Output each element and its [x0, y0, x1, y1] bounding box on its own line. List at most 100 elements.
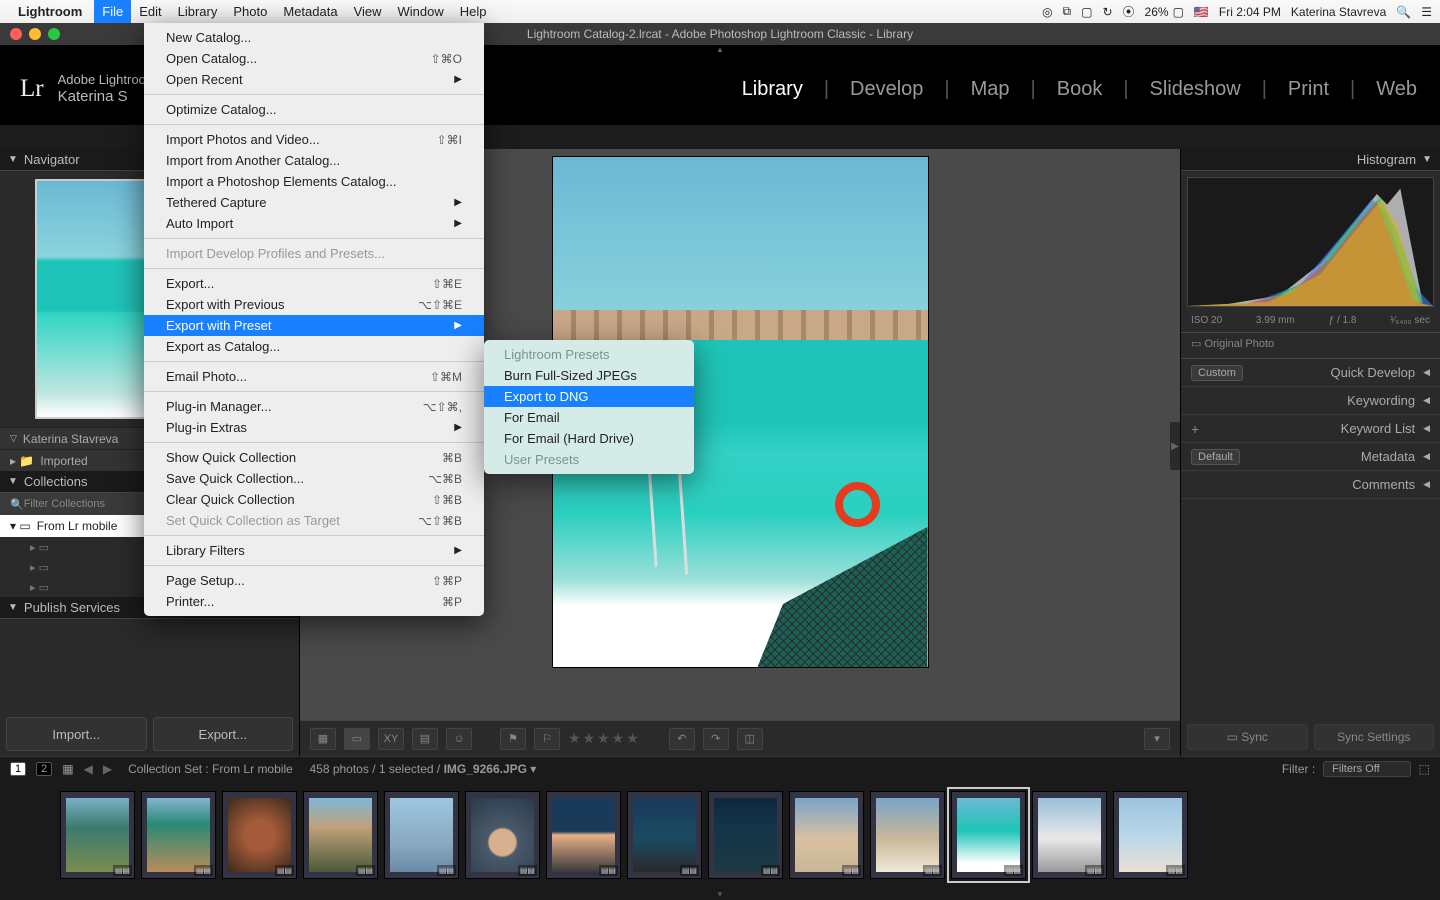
- rotate-cw-icon[interactable]: ↷: [703, 728, 729, 750]
- metadata-header[interactable]: Default Metadata◀: [1181, 443, 1440, 471]
- filter-select[interactable]: Filters Off: [1323, 761, 1410, 777]
- strip-thumb[interactable]: ▤▤: [870, 791, 945, 879]
- comments-header[interactable]: Comments◀: [1181, 471, 1440, 499]
- compare-view-icon[interactable]: XY: [378, 728, 404, 750]
- export-preset-submenu[interactable]: Lightroom PresetsBurn Full-Sized JPEGsEx…: [484, 340, 694, 474]
- filemenu-item[interactable]: Library Filters▶: [144, 540, 484, 561]
- menu-photo[interactable]: Photo: [225, 0, 275, 23]
- strip-thumb-selected[interactable]: ▤▤: [951, 791, 1026, 879]
- menu-library[interactable]: Library: [170, 0, 226, 23]
- strip-thumb[interactable]: ▤▤: [222, 791, 297, 879]
- menu-metadata[interactable]: Metadata: [275, 0, 345, 23]
- strip-thumb[interactable]: ▤▤: [303, 791, 378, 879]
- people-view-icon[interactable]: ☺: [446, 728, 472, 750]
- selected-filename[interactable]: IMG_9266.JPG: [444, 762, 527, 776]
- import-button[interactable]: Import...: [6, 717, 147, 751]
- filemenu-item[interactable]: Plug-in Extras▶: [144, 417, 484, 438]
- menu-file[interactable]: File: [94, 0, 131, 23]
- filemenu-item[interactable]: Page Setup...⇧⌘P: [144, 570, 484, 591]
- keywordlist-header[interactable]: +Keyword List◀: [1181, 415, 1440, 443]
- module-develop[interactable]: Develop: [847, 78, 926, 101]
- strip-thumb[interactable]: ▤▤: [627, 791, 702, 879]
- filemenu-item[interactable]: Export with Preset▶: [144, 315, 484, 336]
- module-slideshow[interactable]: Slideshow: [1147, 78, 1244, 101]
- dropbox-icon[interactable]: ⧉: [1063, 4, 1072, 19]
- sync-button[interactable]: ▭ Sync: [1187, 724, 1308, 750]
- filemenu-item[interactable]: Export with Previous⌥⇧⌘E: [144, 294, 484, 315]
- strip-thumb[interactable]: ▤▤: [1032, 791, 1107, 879]
- close-icon[interactable]: [10, 28, 22, 40]
- timemachine-icon[interactable]: ↻: [1102, 5, 1112, 19]
- flag-icon[interactable]: 🇺🇸: [1194, 5, 1209, 19]
- rotate-ccw-icon[interactable]: ↶: [669, 728, 695, 750]
- menu-help[interactable]: Help: [452, 0, 495, 23]
- filemenu-item[interactable]: Email Photo...⇧⌘M: [144, 366, 484, 387]
- strip-thumb[interactable]: ▤▤: [60, 791, 135, 879]
- filemenu-item[interactable]: Optimize Catalog...: [144, 99, 484, 120]
- histogram-display[interactable]: [1187, 177, 1434, 307]
- filemenu-item[interactable]: Open Recent▶: [144, 69, 484, 90]
- metadata-mode[interactable]: Default: [1191, 449, 1240, 465]
- right-panel-grip[interactable]: ▶: [1170, 422, 1180, 470]
- filemenu-item[interactable]: Import Photos and Video...⇧⌘I: [144, 129, 484, 150]
- filemenu-item[interactable]: Import from Another Catalog...: [144, 150, 484, 171]
- strip-thumb[interactable]: ▤▤: [465, 791, 540, 879]
- thumbnail-strip[interactable]: ▤▤ ▤▤ ▤▤ ▤▤ ▤▤ ▤▤ ▤▤ ▤▤ ▤▤ ▤▤ ▤▤ ▤▤ ▤▤ ▤…: [0, 780, 1440, 890]
- file-menu-dropdown[interactable]: New Catalog...Open Catalog...⇧⌘OOpen Rec…: [144, 23, 484, 616]
- menu-edit[interactable]: Edit: [131, 0, 169, 23]
- submenu-item[interactable]: For Email (Hard Drive): [484, 428, 694, 449]
- nav-fwd-icon[interactable]: ▶: [103, 762, 112, 776]
- loupe-view-icon[interactable]: ▭: [344, 728, 370, 750]
- battery-status[interactable]: 26% ▢: [1145, 5, 1184, 19]
- filemenu-item[interactable]: New Catalog...: [144, 27, 484, 48]
- sync-view-icon[interactable]: ◫: [737, 728, 763, 750]
- app-name[interactable]: Lightroom: [18, 4, 82, 19]
- quick-dev-mode[interactable]: Custom: [1191, 365, 1243, 381]
- filemenu-item[interactable]: Save Quick Collection...⌥⌘B: [144, 468, 484, 489]
- display-1-badge[interactable]: 1: [10, 762, 26, 776]
- strip-thumb[interactable]: ▤▤: [141, 791, 216, 879]
- module-book[interactable]: Book: [1054, 78, 1106, 101]
- filemenu-item[interactable]: Clear Quick Collection⇧⌘B: [144, 489, 484, 510]
- filter-lock-icon[interactable]: ⬚: [1419, 762, 1430, 776]
- strip-thumb[interactable]: ▤▤: [708, 791, 783, 879]
- keywording-header[interactable]: Keywording◀: [1181, 387, 1440, 415]
- add-keyword-icon[interactable]: +: [1191, 421, 1199, 437]
- module-web[interactable]: Web: [1373, 78, 1420, 101]
- original-photo-row[interactable]: ▭ Original Photo: [1181, 333, 1440, 359]
- export-button[interactable]: Export...: [153, 717, 294, 751]
- flag-reject-icon[interactable]: ⚐: [534, 728, 560, 750]
- display-2-badge[interactable]: 2: [36, 762, 52, 776]
- module-print[interactable]: Print: [1285, 78, 1332, 101]
- toolbar-menu[interactable]: ▾: [1144, 728, 1170, 750]
- submenu-item[interactable]: Export to DNG: [484, 386, 694, 407]
- menubar-user[interactable]: Katerina Stavreva: [1291, 5, 1386, 19]
- minimize-icon[interactable]: [29, 28, 41, 40]
- filemenu-item[interactable]: Printer...⌘P: [144, 591, 484, 612]
- histogram-header[interactable]: Histogram▼: [1181, 149, 1440, 171]
- notification-center-icon[interactable]: ☰: [1421, 5, 1432, 19]
- nav-back-icon[interactable]: ◀: [84, 762, 93, 776]
- clock[interactable]: Fri 2:04 PM: [1219, 5, 1281, 19]
- spotlight-icon[interactable]: 🔍: [1396, 5, 1411, 19]
- grid-icon[interactable]: ▦: [62, 762, 73, 776]
- filemenu-item[interactable]: Tethered Capture▶: [144, 192, 484, 213]
- strip-thumb[interactable]: ▤▤: [1113, 791, 1188, 879]
- flag-pick-icon[interactable]: ⚑: [500, 728, 526, 750]
- filemenu-item[interactable]: Auto Import▶: [144, 213, 484, 234]
- filemenu-item[interactable]: Show Quick Collection⌘B: [144, 447, 484, 468]
- filemenu-item[interactable]: Plug-in Manager...⌥⇧⌘,: [144, 396, 484, 417]
- survey-view-icon[interactable]: ▤: [412, 728, 438, 750]
- filemenu-item[interactable]: Import a Photoshop Elements Catalog...: [144, 171, 484, 192]
- filemenu-item[interactable]: Export as Catalog...: [144, 336, 484, 357]
- grid-view-icon[interactable]: ▦: [310, 728, 336, 750]
- filemenu-item[interactable]: Open Catalog...⇧⌘O: [144, 48, 484, 69]
- submenu-item[interactable]: For Email: [484, 407, 694, 428]
- source-path[interactable]: Collection Set : From Lr mobile: [128, 762, 293, 776]
- sync-settings-button[interactable]: Sync Settings: [1314, 724, 1435, 750]
- cc-icon[interactable]: ◎: [1042, 5, 1052, 19]
- menu-window[interactable]: Window: [390, 0, 452, 23]
- strip-thumb[interactable]: ▤▤: [546, 791, 621, 879]
- filemenu-item[interactable]: Export...⇧⌘E: [144, 273, 484, 294]
- airplay-icon[interactable]: ▢: [1081, 5, 1092, 19]
